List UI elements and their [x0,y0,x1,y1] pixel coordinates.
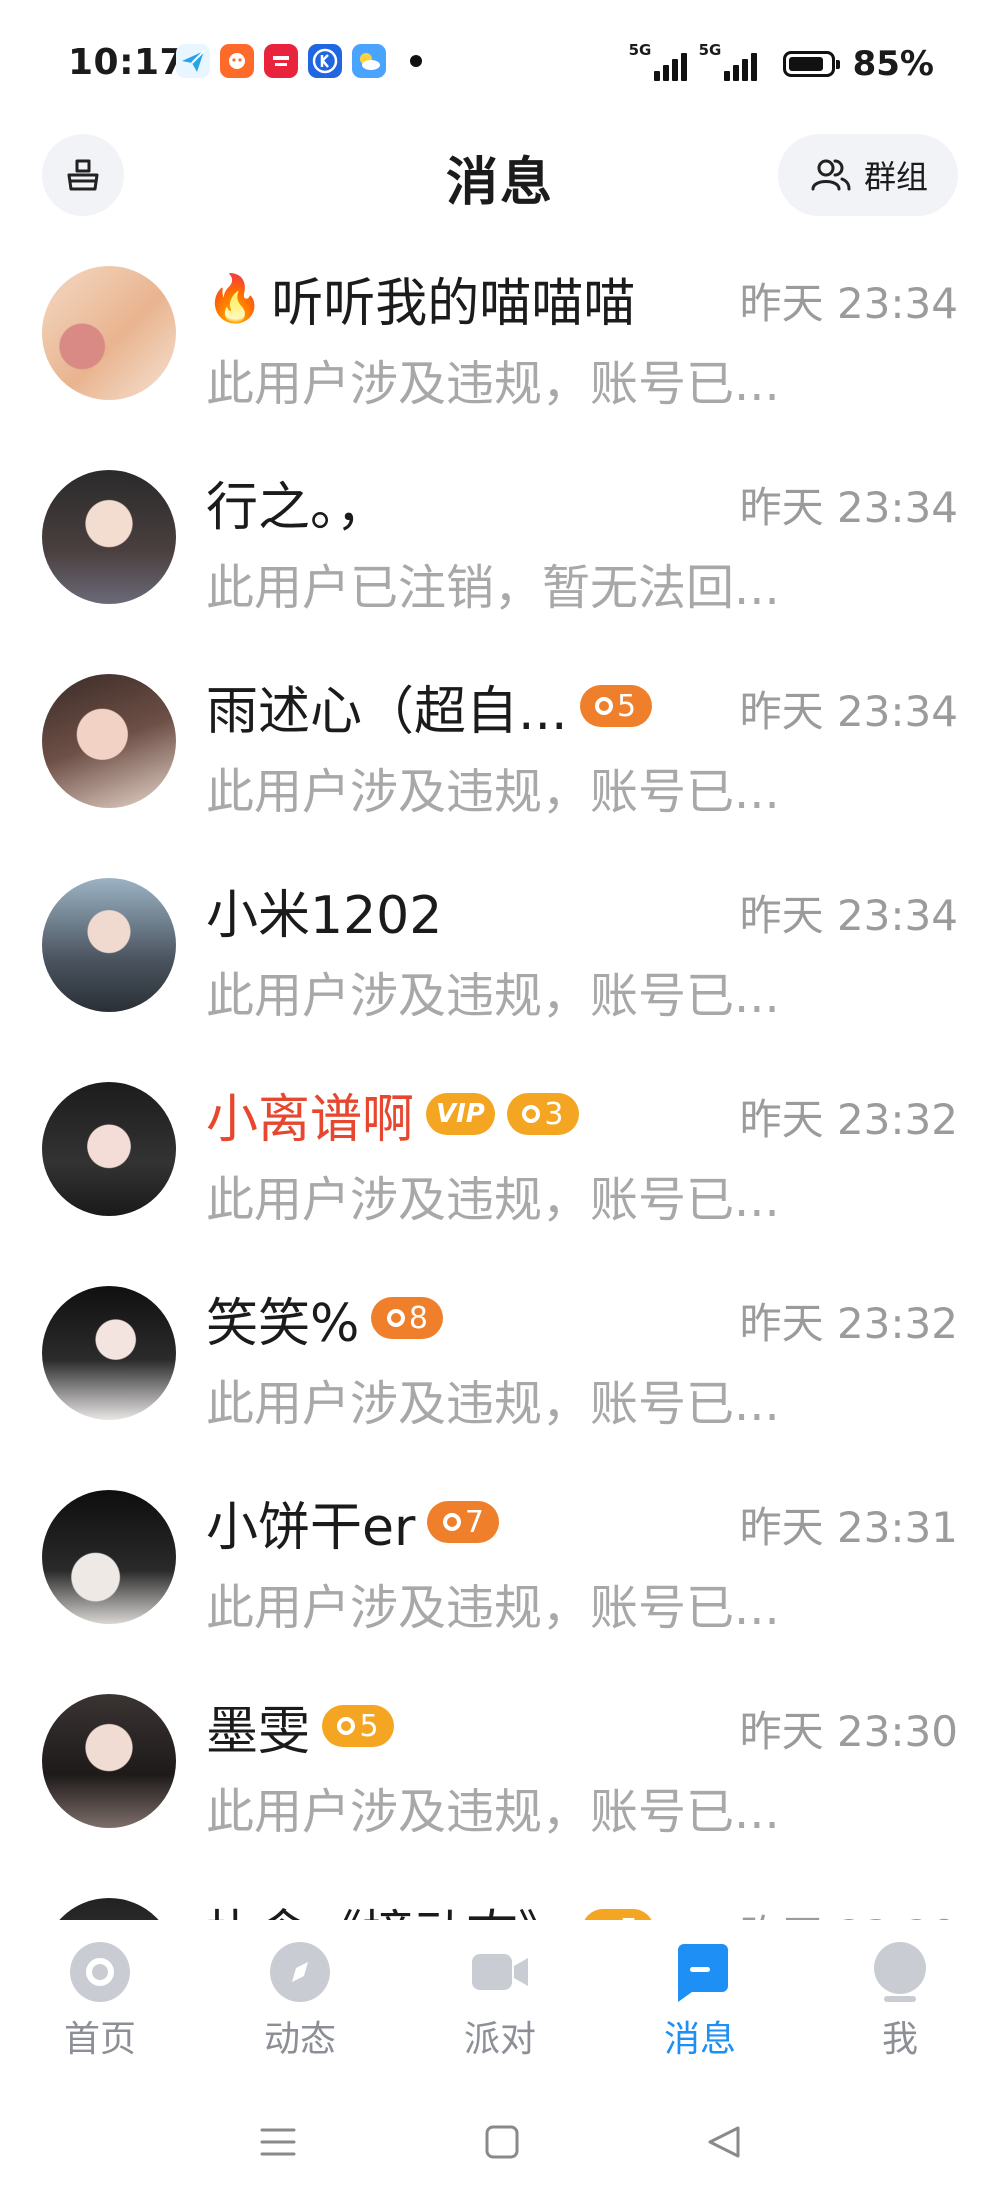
message-time: 昨天 23:34 [739,279,958,328]
contact-name: 墨雯 [206,1701,311,1762]
message-preview: 此用户涉及违规，账号已... [206,1376,780,1432]
contact-name: 小饼干er [206,1497,416,1558]
video-icon [468,1940,532,2004]
home-icon [68,1940,132,2004]
avatar[interactable] [42,1694,176,1828]
notification-icons [176,44,422,78]
message-preview: 此用户已注销，暂无法回... [206,560,780,616]
app-weather-icon [352,44,386,78]
level-badge: 5 [582,1909,655,1920]
message-time: 昨天 23:31 [739,1503,958,1552]
level-badge: 8 [371,1297,444,1339]
avatar[interactable] [42,878,176,1012]
status-time: 10:17 [68,42,186,83]
tab-me[interactable]: 我 [800,1940,1000,2062]
avatar[interactable] [42,266,176,400]
compass-icon [268,1940,332,2004]
conversation-list[interactable]: 🔥 听听我的喵喵喵 昨天 23:34 此用户涉及违规，账号已... 行之。， 昨… [0,248,1000,1920]
status-bar: 10:17 5G 5G 85% [0,0,1000,130]
message-preview: 此用户涉及违规，账号已... [206,1580,780,1636]
message-time: 昨天 23:34 [739,891,958,940]
message-preview: 此用户涉及违规，账号已... [206,764,780,820]
back-button[interactable] [704,2122,744,2166]
level-badge: 7 [427,1501,500,1543]
conversation-row[interactable]: 执念《撞动态》 5 昨天 23:29 [0,1880,1000,1920]
square-icon [485,2125,519,2159]
contact-name: 小离谱啊 [206,1089,415,1150]
tab-home[interactable]: 首页 [0,1940,200,2062]
home-nav-button[interactable] [482,2122,522,2166]
app-chat-icon [220,44,254,78]
message-time: 昨天 23:29 [740,1902,958,1920]
avatar[interactable] [42,674,176,808]
menu-button[interactable] [258,2122,298,2166]
conversation-row[interactable]: 小米1202 昨天 23:34 此用户涉及违规，账号已... [0,860,1000,1064]
more-notifications-dot [410,55,422,67]
avatar[interactable] [42,1490,176,1624]
level-badge: 5 [579,685,652,727]
contact-name: 小米1202 [206,885,443,946]
profile-icon [868,1940,932,2004]
message-preview: 此用户涉及违规，账号已... [206,1784,780,1840]
bottom-nav: 首页 动态 派对 消息 我 [0,1920,1000,2060]
conversation-row[interactable]: 笑笑% 8 昨天 23:32 此用户涉及违规，账号已... [0,1268,1000,1472]
contact-name: 行之。， [206,477,389,538]
avatar[interactable] [42,1082,176,1216]
signal-icon: 5G [629,41,687,83]
header: 消息 群组 [0,130,1000,240]
conversation-row[interactable]: 雨述心（超自... 5 昨天 23:34 此用户涉及违规，账号已... [0,656,1000,860]
tab-moments[interactable]: 动态 [200,1940,400,2062]
level-badge: 5 [322,1705,395,1747]
app-k-icon [308,44,342,78]
conversation-row[interactable]: 小饼干er 7 昨天 23:31 此用户涉及违规，账号已... [0,1472,1000,1676]
tab-messages[interactable]: 消息 [600,1940,800,2062]
message-icon [668,1940,732,2004]
vip-badge: VIP [426,1093,495,1135]
contact-name: 笑笑% [206,1293,360,1354]
battery-percent: 85% [852,44,934,84]
conversation-row[interactable]: 🔥 听听我的喵喵喵 昨天 23:34 此用户涉及违规，账号已... [0,248,1000,452]
message-preview: 此用户涉及违规，账号已... [206,1172,780,1228]
message-preview: 此用户涉及违规，账号已... [206,356,780,412]
app-paper-plane-icon [176,44,210,78]
message-time: 昨天 23:34 [739,483,958,532]
conversation-row[interactable]: 小离谱啊 VIP 3 昨天 23:32 此用户涉及违规，账号已... [0,1064,1000,1268]
tab-party[interactable]: 派对 [400,1940,600,2062]
groups-button[interactable]: 群组 [778,134,958,216]
contact-name: 执念《撞动态》 [206,1893,570,1921]
conversation-row[interactable]: 行之。， 昨天 23:34 此用户已注销，暂无法回... [0,452,1000,656]
fire-icon: 🔥 [206,270,264,325]
system-nav-bar [0,2060,1000,2198]
menu-icon [260,2128,296,2156]
level-badge: 3 [506,1093,579,1135]
contact-name: 雨述心（超自... [206,681,568,742]
message-preview: 此用户涉及违规，账号已... [206,968,780,1024]
back-triangle-icon [708,2126,740,2158]
avatar[interactable] [42,1286,176,1420]
app-red-icon [264,44,298,78]
conversation-row[interactable]: 墨雯 5 昨天 23:30 此用户涉及违规，账号已... [0,1676,1000,1880]
contact-name: 听听我的喵喵喵 [271,273,636,334]
signal-icon-2: 5G [699,41,757,83]
message-time: 昨天 23:34 [739,687,958,736]
message-time: 昨天 23:30 [739,1707,958,1756]
battery-icon [782,51,840,77]
group-icon [811,159,851,191]
groups-label: 群组 [863,158,928,196]
message-time: 昨天 23:32 [739,1095,958,1144]
avatar[interactable] [42,470,176,604]
avatar[interactable] [42,1898,176,1920]
message-time: 昨天 23:32 [739,1299,958,1348]
